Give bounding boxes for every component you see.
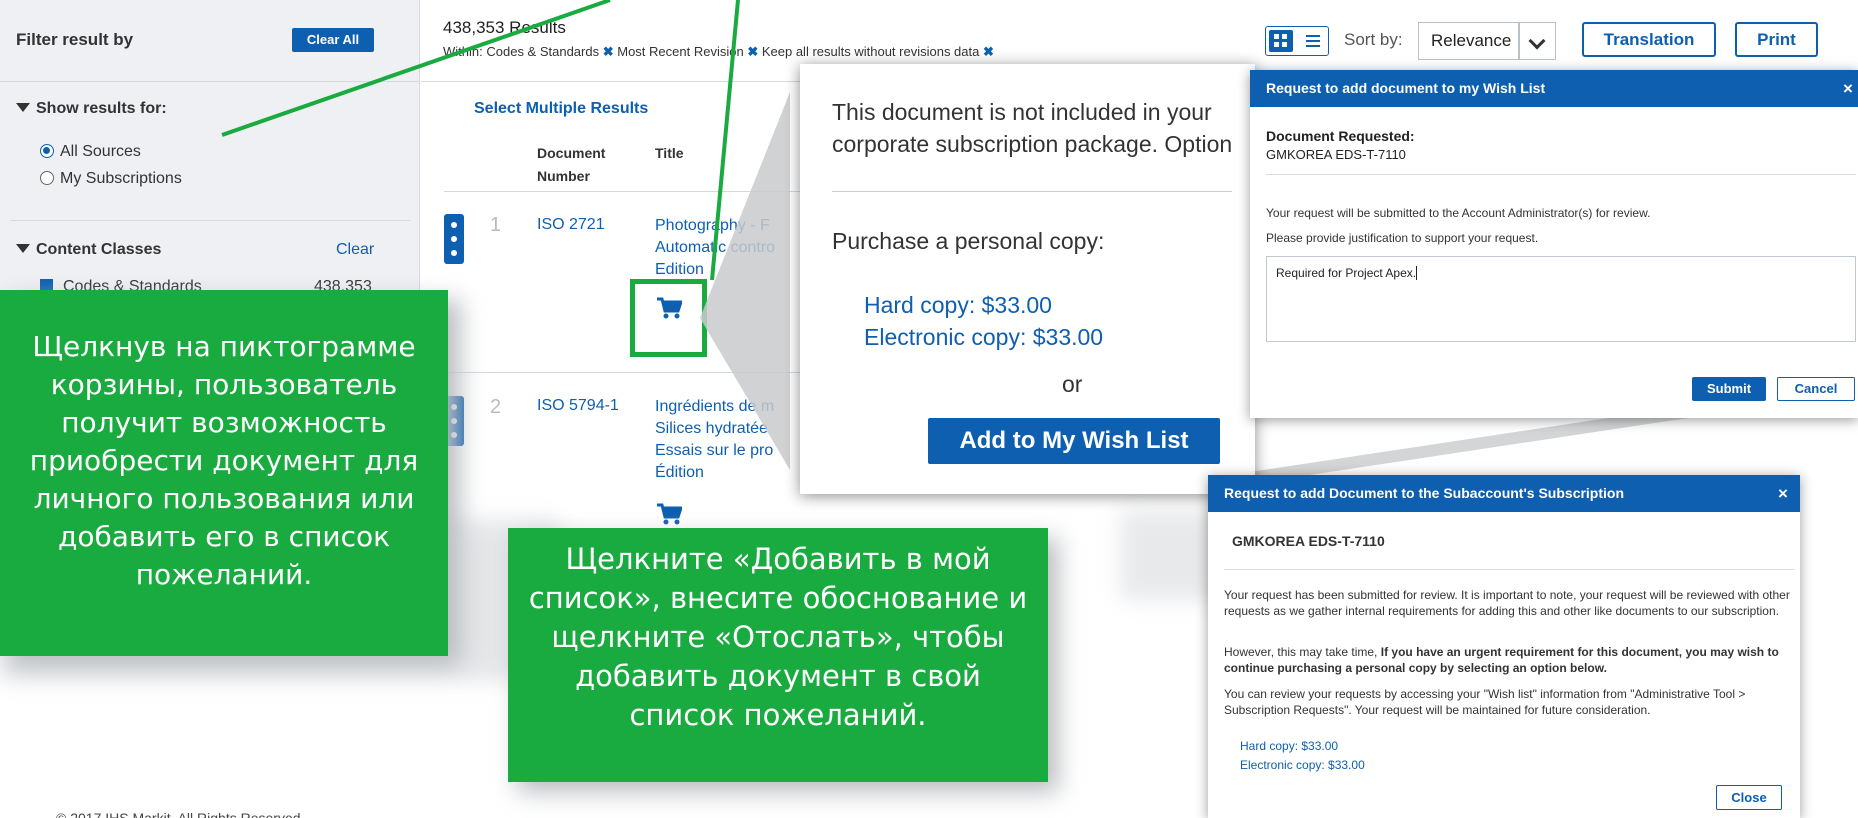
title-line: Édition <box>655 464 704 481</box>
title-line: Essais sur le pro <box>655 442 774 459</box>
print-button[interactable]: Print <box>1735 22 1818 57</box>
subaccount-request-dialog: Request to add Document to the Subaccoun… <box>1208 475 1800 818</box>
document-requested-label: Document Requested: <box>1266 128 1415 144</box>
purchase-options-popover: This document is not included in your co… <box>800 64 1255 494</box>
radio-label: My Subscriptions <box>60 170 182 187</box>
callout-cart-instructions: Щелкнув на пиктограмме корзины, пользова… <box>0 290 448 656</box>
justification-prompt: Please provide justification to support … <box>1266 231 1539 245</box>
results-count: 438,353 Results <box>443 18 566 37</box>
sort-select[interactable]: Relevance <box>1418 22 1519 60</box>
document-title-link[interactable]: Ingrédients de m Silices hydratée Essais… <box>655 396 785 484</box>
document-title-link[interactable]: Photography - F Automatic contro Edition <box>655 215 785 281</box>
electronic-copy-link[interactable]: Electronic copy: $33.00 <box>1240 758 1365 772</box>
title-line: Silices hydratée <box>655 420 768 437</box>
divider <box>1224 569 1794 570</box>
select-multiple-results-link[interactable]: Select Multiple Results <box>474 100 648 118</box>
row-number: 1 <box>490 214 502 236</box>
document-number-link[interactable]: ISO 2721 <box>537 216 605 234</box>
title-line: Edition <box>655 261 704 278</box>
show-results-for-toggle[interactable]: Show results for: <box>16 100 167 118</box>
close-icon[interactable]: × <box>1778 475 1788 512</box>
close-icon[interactable]: × <box>1843 70 1853 107</box>
message-line: This document is not included in your <box>832 99 1212 125</box>
header-line: Number <box>537 168 590 184</box>
cancel-button[interactable]: Cancel <box>1777 377 1855 401</box>
submit-button[interactable]: Submit <box>1692 377 1766 401</box>
review-notice: Your request has been submitted for revi… <box>1224 588 1790 618</box>
within-label: Within: <box>443 44 483 59</box>
triangle-down-icon <box>16 103 30 112</box>
header-line: Document <box>537 145 606 161</box>
active-filters: Within: Codes & Standards ✖ Most Recent … <box>443 44 994 60</box>
cart-highlight-box <box>630 279 707 357</box>
clear-all-button[interactable]: Clear All <box>292 28 374 52</box>
hard-copy-link[interactable]: Hard copy: $33.00 <box>1240 739 1338 753</box>
add-to-wish-list-button[interactable]: Add to My Wish List <box>928 418 1220 464</box>
remove-filter-icon[interactable]: ✖ <box>603 44 614 59</box>
hard-copy-link[interactable]: Hard copy: $33.00 <box>864 292 1052 319</box>
sort-by-label: Sort by: <box>1344 30 1403 49</box>
radio-my-subscriptions[interactable]: My Subscriptions <box>40 170 182 188</box>
electronic-copy-link[interactable]: Electronic copy: $33.00 <box>864 324 1103 351</box>
urgent-notice: However, this may take time, If you have… <box>1224 644 1794 676</box>
document-requested-value: GMKOREA EDS-T-7110 <box>1266 147 1406 162</box>
list-view-icon[interactable] <box>1306 35 1320 37</box>
justification-textarea[interactable]: Required for Project Apex. <box>1266 256 1856 342</box>
dot-icon <box>451 222 457 228</box>
chevron-down-icon[interactable] <box>1519 22 1556 60</box>
text-cursor <box>1416 266 1418 280</box>
row-actions-menu[interactable] <box>444 214 464 264</box>
dot-icon <box>451 236 457 242</box>
remove-filter-icon[interactable]: ✖ <box>983 44 994 59</box>
callout-wishlist-instructions: Щелкните «Добавить в мой список», внесит… <box>508 528 1048 782</box>
clear-content-classes-link[interactable]: Clear <box>336 241 374 259</box>
close-button[interactable]: Close <box>1716 785 1782 810</box>
translation-button[interactable]: Translation <box>1582 22 1716 57</box>
title-line: Photography - F <box>655 217 770 234</box>
divider <box>1266 174 1856 175</box>
copyright-footer: © 2017 IHS Markit. All Rights Reserved. <box>56 810 305 818</box>
urgent-lead: However, this may take time, <box>1224 645 1378 659</box>
remove-filter-icon[interactable]: ✖ <box>747 44 758 59</box>
divider <box>10 220 410 221</box>
sidebar-header: Filter result by Clear All <box>0 0 420 82</box>
content-classes-toggle[interactable]: Content Classes <box>16 241 161 259</box>
document-number-link[interactable]: ISO 5794-1 <box>537 397 619 415</box>
requested-document: GMKOREA EDS-T-7110 <box>1232 533 1385 549</box>
not-included-message: This document is not included in your co… <box>832 96 1232 160</box>
filter-chip: Codes & Standards <box>486 44 600 59</box>
submission-info: Your request will be submitted to the Ac… <box>1266 206 1651 220</box>
dialog-title: Request to add document to my Wish List <box>1250 70 1858 107</box>
filter-title: Filter result by <box>16 30 134 49</box>
triangle-down-icon <box>16 244 30 253</box>
view-toggle <box>1265 26 1329 56</box>
shopping-cart-icon[interactable] <box>656 503 682 525</box>
radio-selected-icon <box>40 144 54 158</box>
or-label: or <box>1062 371 1083 397</box>
radio-label: All Sources <box>60 143 141 160</box>
column-header-doc-number[interactable]: Document Number <box>537 142 605 188</box>
dialog-title: Request to add Document to the Subaccoun… <box>1208 475 1800 512</box>
column-header-title[interactable]: Title <box>655 142 684 165</box>
radio-all-sources[interactable]: All Sources <box>40 143 141 161</box>
show-results-for-label: Show results for: <box>36 100 167 117</box>
grid-view-icon[interactable] <box>1269 30 1293 52</box>
title-line: Ingrédients de m <box>655 398 775 415</box>
row-number: 2 <box>490 396 502 418</box>
justification-value: Required for Project Apex. <box>1276 266 1417 280</box>
review-requests-info: You can review your requests by accessin… <box>1224 687 1746 717</box>
dot-icon <box>451 250 457 256</box>
divider <box>832 191 1232 192</box>
purchase-heading: Purchase a personal copy: <box>832 228 1105 254</box>
filter-chip: Keep all results without revisions data <box>761 44 980 59</box>
title-line: Automatic contro <box>655 239 776 256</box>
wish-list-dialog: Request to add document to my Wish List … <box>1250 70 1858 418</box>
radio-unselected-icon <box>40 171 54 185</box>
filter-chip: Most Recent Revision <box>617 44 744 59</box>
content-classes-label: Content Classes <box>36 241 162 258</box>
message-line: corporate subscription package. Option <box>832 131 1233 157</box>
